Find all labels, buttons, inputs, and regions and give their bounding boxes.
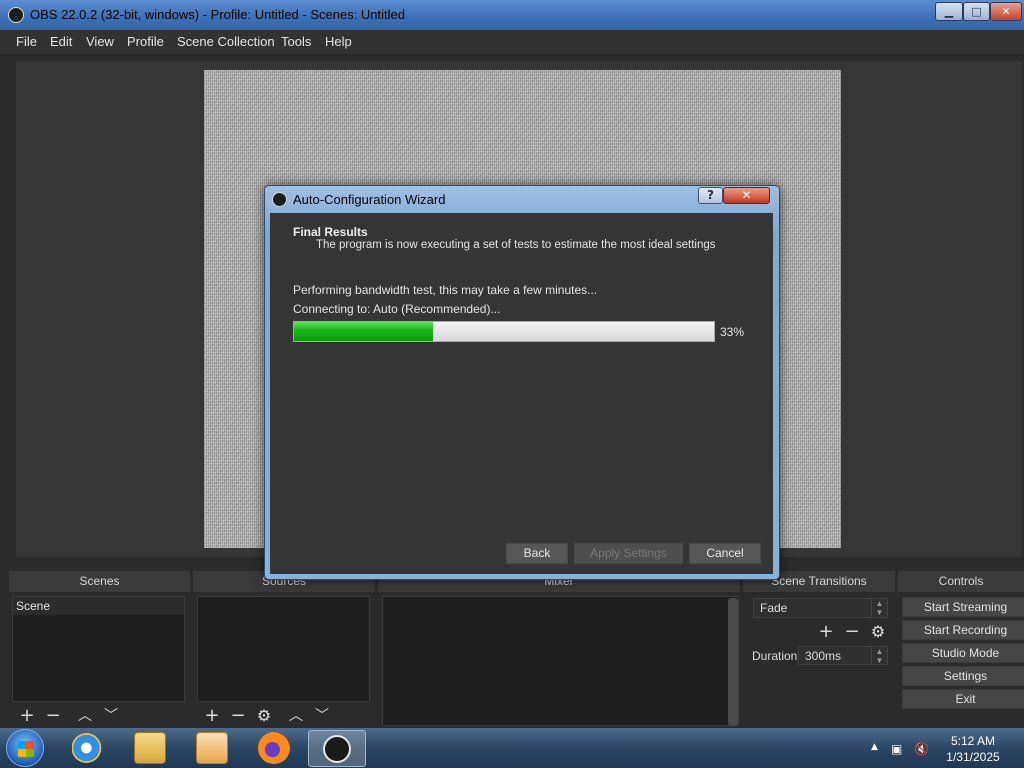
windows-start-icon[interactable] xyxy=(6,729,44,767)
add-scene-icon[interactable]: + xyxy=(18,707,36,725)
tray-expand-icon[interactable]: ▲ xyxy=(871,742,878,752)
move-up-icon[interactable]: ︿ xyxy=(76,707,94,725)
back-button[interactable]: Back xyxy=(506,543,568,564)
mixer-scrollbar[interactable] xyxy=(728,598,738,726)
menu-edit[interactable]: Edit xyxy=(50,34,72,49)
obs-icon xyxy=(323,735,351,763)
remove-scene-icon[interactable]: − xyxy=(44,707,62,725)
menu-scene-collection[interactable]: Scene Collection xyxy=(177,34,275,49)
settings-button[interactable]: Settings xyxy=(902,666,1024,686)
internet-explorer-icon[interactable] xyxy=(72,732,104,764)
obs-taskbar-button[interactable] xyxy=(308,730,366,767)
connecting-text: Connecting to: Auto (Recommended)... xyxy=(293,302,501,316)
window-titlebar: OBS 22.0.2 (32-bit, windows) - Profile: … xyxy=(0,0,1024,30)
menu-view[interactable]: View xyxy=(86,34,114,49)
status-text: Performing bandwidth test, this may take… xyxy=(293,283,598,297)
menu-file[interactable]: File xyxy=(16,34,37,49)
window-title: OBS 22.0.2 (32-bit, windows) - Profile: … xyxy=(30,7,405,22)
progress-bar xyxy=(293,321,715,342)
cancel-button[interactable]: Cancel xyxy=(689,543,761,564)
dialog-close-button[interactable]: ✕ xyxy=(723,187,770,204)
obs-logo-icon xyxy=(8,7,24,23)
controls-dock-header: Controls xyxy=(898,571,1024,592)
firefox-icon[interactable] xyxy=(258,732,290,764)
apply-settings-button[interactable]: Apply Settings xyxy=(574,543,683,564)
obs-logo-icon xyxy=(272,192,287,207)
sources-list[interactable] xyxy=(197,596,370,702)
clock-time: 5:12 AM xyxy=(950,734,996,748)
dialog-body xyxy=(270,213,773,574)
transition-select[interactable]: Fade ▲ ▼ xyxy=(753,598,888,618)
scene-list-item[interactable]: Scene xyxy=(13,597,184,615)
menu-tools[interactable]: Tools xyxy=(281,34,311,49)
dialog-heading: Final Results xyxy=(293,225,368,239)
menu-bar: File Edit View Profile Scene Collection … xyxy=(0,30,1024,54)
start-streaming-button[interactable]: Start Streaming xyxy=(902,597,1024,617)
duration-spinbox[interactable]: 300ms ▲ ▼ xyxy=(798,646,888,665)
move-down-icon[interactable]: ﹀ xyxy=(102,707,120,725)
menu-profile[interactable]: Profile xyxy=(127,34,164,49)
file-explorer-icon[interactable] xyxy=(134,732,166,764)
progress-fill xyxy=(294,322,433,341)
windows-flag-icon xyxy=(18,741,34,757)
add-transition-icon[interactable]: + xyxy=(817,623,835,641)
clock-date: 1/31/2025 xyxy=(946,750,1000,764)
minimize-button[interactable]: ▁ xyxy=(935,2,963,21)
exit-button[interactable]: Exit xyxy=(902,689,1024,709)
close-icon: ✕ xyxy=(741,188,752,202)
source-move-up-icon[interactable]: ︿ xyxy=(287,707,305,725)
close-icon: ✕ xyxy=(1001,5,1011,18)
duration-value: 300ms xyxy=(805,649,842,663)
maximize-button[interactable]: □ xyxy=(963,2,990,21)
menu-help[interactable]: Help xyxy=(325,34,352,49)
start-recording-button[interactable]: Start Recording xyxy=(902,620,1024,640)
duration-label: Duration xyxy=(752,649,798,663)
add-source-icon[interactable]: + xyxy=(203,707,221,725)
network-icon[interactable]: ▣ xyxy=(891,742,902,756)
scenes-dock-header: Scenes xyxy=(9,571,190,592)
transition-gear-icon[interactable]: ⚙ xyxy=(869,623,887,641)
dialog-title: Auto-Configuration Wizard xyxy=(293,192,446,207)
mixer-panel xyxy=(382,596,739,726)
dialog-subheading: The program is now executing a set of te… xyxy=(316,239,716,251)
source-properties-gear-icon[interactable]: ⚙ xyxy=(255,707,273,725)
source-move-down-icon[interactable]: ﹀ xyxy=(313,707,331,725)
studio-mode-button[interactable]: Studio Mode xyxy=(902,643,1024,663)
transition-select-value: Fade xyxy=(760,601,788,615)
volume-muted-icon[interactable]: 🔇 xyxy=(914,742,929,756)
spinner-arrows-icon: ▲ ▼ xyxy=(871,599,887,617)
media-player-icon[interactable] xyxy=(196,732,228,764)
minimize-icon: ▁ xyxy=(944,5,954,18)
maximize-icon: □ xyxy=(971,5,982,18)
remove-transition-icon[interactable]: − xyxy=(843,623,861,641)
remove-source-icon[interactable]: − xyxy=(229,707,247,725)
help-button[interactable]: ? xyxy=(698,187,723,204)
tray-clock[interactable]: 5:12 AM 1/31/2025 xyxy=(940,733,1006,765)
duration-spinner-icon: ▲ ▼ xyxy=(871,647,887,665)
progress-percent-label: 33% xyxy=(720,325,745,339)
close-button[interactable]: ✕ xyxy=(990,2,1022,21)
